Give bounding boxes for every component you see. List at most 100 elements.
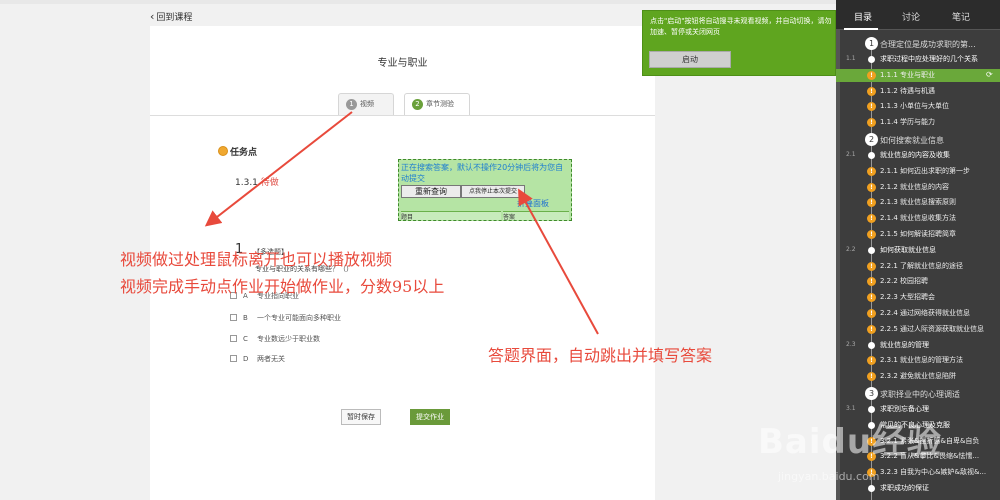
section-node-icon [868,485,875,492]
toc-section[interactable]: 求职成功的保证 [836,482,1000,495]
toc-label: 1.1.2 待遇与机遇 [880,86,936,95]
toc-item[interactable]: ! 2.2.2 校园招聘 [836,275,1000,288]
toc-item[interactable]: ! 2.1.1 如何迈出求职的第一步 [836,165,1000,178]
tab-video-number: 1 [346,99,357,110]
pending-task-icon: ! [867,324,876,334]
task-point-label: 任务点 [230,148,258,158]
toc-item[interactable]: ! 1.1.2 待遇与机遇 [836,85,1000,98]
toc-chapter[interactable]: 1 合理定位是成功求职的第... [836,36,1000,51]
pending-task-icon: ! [867,277,876,287]
toc-item[interactable]: ! 1.1.1 专业与职业 ⟳ [836,68,1000,82]
toc-item[interactable]: ! 2.1.2 就业信息的内容 [836,181,1000,194]
option-c[interactable]: C 专业数远少于职业数 [230,334,320,344]
save-draft-button[interactable]: 暂时保存 [341,409,381,425]
toc-label: 求职成功的保证 [880,484,929,492]
back-label: 回到课程 [156,13,193,23]
option-b-checkbox[interactable] [230,314,237,321]
toc-item[interactable]: ! 2.2.3 大型招聘会 [836,291,1000,304]
annotation-homework-note: 视频完成手动点作业开始做作业，分数95以上 [120,277,445,296]
baidu-watermark: Baidu经验 [758,422,943,462]
pending-task-icon: ! [867,309,876,318]
chevron-left-icon: ‹ [150,10,155,23]
toc-label: 如何搜索就业信息 [880,136,944,145]
tab-video[interactable]: 1 视频 [338,93,394,115]
section-node-icon [868,152,875,159]
pending-task-icon: ! [867,214,876,224]
option-c-checkbox[interactable] [230,335,237,342]
toc-index: 2.2 [846,245,856,253]
section-node-icon [868,406,875,413]
toc-label: 1.1.4 学历与能力 [880,118,936,127]
toc-label: 就业信息的管理 [880,340,929,349]
tab-quiz-number: 2 [412,99,423,110]
toc-label: 2.3.2 避免就业信息陷阱 [880,372,957,381]
pending-task-icon: ! [867,182,876,192]
popup-message: 点击"启动"按钮将自动搜寻未观看视频，并自动切换，请勿加速、暂停或关闭网页 [650,17,832,36]
annotation-answer-note: 答题界面，自动跳出并填写答案 [488,346,713,365]
pending-task-icon: ! [867,261,876,271]
toc-label: 2.1.2 就业信息的内容 [880,182,950,191]
page-title: 专业与职业 [377,58,428,69]
pending-task-icon: ! [867,70,876,80]
toc-index: 3.1 [846,405,856,412]
option-d[interactable]: D 两者无关 [230,354,285,364]
auto-answer-message: 正在搜索答案，默认不操作20分钟后将为您自动提交 [401,163,564,183]
stop-submit-button[interactable]: 点我停止本次提交 [461,185,525,198]
toc-section[interactable]: 2.1 就业信息的内容及收集 [836,149,1000,162]
toc-label: 2.2.3 大型招聘会 [880,293,936,302]
toc-section[interactable]: 2.3 就业信息的管理 [836,339,1000,352]
toc-item[interactable]: ! 1.1.3 小单位与大单位 [836,100,1000,113]
toc-label: 2.1.5 如何解读招聘简章 [880,230,957,238]
fold-panel-link[interactable]: 折叠面板 [517,198,549,209]
option-d-checkbox[interactable] [230,355,237,362]
option-b-text: 一个专业可能面向多种职业 [257,314,341,322]
toc-label: 如何获取就业信息 [880,245,936,254]
toc-item[interactable]: ! 2.1.3 就业信息搜索原则 [836,196,1000,209]
toc-item[interactable]: ! 1.1.4 学历与能力 [836,116,1000,129]
toc-label: 求职择业中的心理调适 [880,390,960,399]
sidebar-tab-toc[interactable]: 目录 [854,10,872,23]
toc-item[interactable]: ! 2.3.2 避免就业信息陷阱 [836,370,1000,383]
toc-label: 求职过程中应处理好的几个关系 [880,55,978,63]
sidebar-tab-notes[interactable]: 笔记 [952,10,970,23]
sidebar-tab-discuss[interactable]: 讨论 [902,10,920,23]
pending-task-icon: ! [867,86,876,96]
back-to-course-link[interactable]: ‹ 回到课程 [150,10,192,23]
submit-homework-button[interactable]: 提交作业 [410,409,450,425]
annotation-video-note: 视频做过处理鼠标离开也可以播放视频 [120,250,393,269]
answer-table-answer-header: 答案 [503,211,569,221]
toc-section[interactable]: 1.1 求职过程中应处理好的几个关系 [836,53,1000,66]
option-d-text: 两者无关 [257,355,285,363]
tab-chapter-quiz[interactable]: 2 章节测验 [404,93,470,116]
option-b-letter: B [243,314,248,322]
pending-task-icon: ! [867,118,876,128]
toc-item[interactable]: ! 2.3.1 就业信息的管理方法 [836,354,1000,367]
toc-label: 2.1.3 就业信息搜索原则 [880,198,957,207]
toc-section[interactable]: 2.2 如何获取就业信息 [836,244,1000,257]
pending-task-icon: ! [867,230,876,239]
toc-item[interactable]: ! 2.2.5 通过人际资源获取就业信息 [836,323,1000,336]
toc-item[interactable]: ! 2.1.5 如何解读招聘简章 [836,228,1000,241]
toc-chapter[interactable]: 2 如何搜索就业信息 [836,132,1000,147]
pending-task-icon: ! [867,166,876,176]
section-node-icon [868,341,875,349]
toc-label: 3.2.3 自我为中心&嫉妒&敌视&... [880,468,987,477]
baidu-watermark-url: jingyan.baidu.com [778,470,880,483]
toc-item[interactable]: ! 2.2.4 通过网络获得就业信息 [836,307,1000,320]
pending-task-icon: ! [867,356,876,366]
toc-index: 2.3 [846,340,856,348]
requery-button[interactable]: 重新查询 [401,185,461,198]
pending-task-icon: ! [867,102,876,112]
toc-item[interactable]: ! 2.2.1 了解就业信息的途径 [836,260,1000,273]
toc-chapter[interactable]: 3 求职择业中的心理调适 [836,386,1000,401]
option-b[interactable]: B 一个专业可能面向多种职业 [230,313,341,323]
refresh-icon[interactable]: ⟳ [986,70,993,79]
toc-label: 2.3.1 就业信息的管理方法 [880,356,964,365]
option-c-text: 专业数远少于职业数 [257,335,320,343]
section-status: 待做 [260,178,279,188]
toc-index: 1.1 [846,55,856,62]
toc-item[interactable]: ! 2.1.4 就业信息收集方法 [836,212,1000,225]
toc-label: 求职別忘备心理 [880,405,929,413]
toc-label: 2.2.2 校园招聘 [880,277,929,286]
start-button[interactable]: 启动 [649,51,731,68]
